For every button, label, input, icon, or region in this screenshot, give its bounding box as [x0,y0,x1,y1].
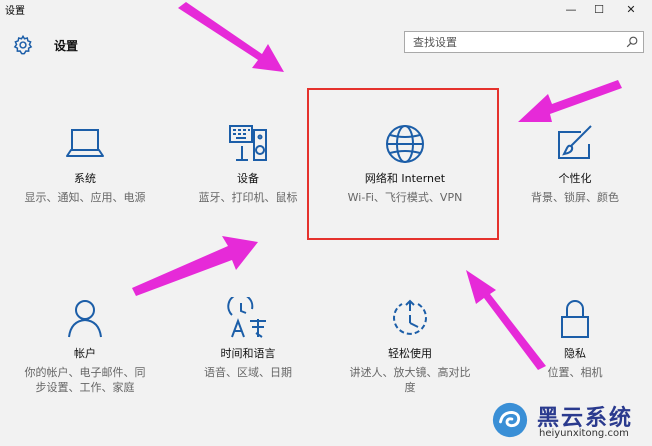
tile-accounts[interactable]: 帐户 你的帐户、电子邮件、同步设置、工作、家庭 [15,297,155,417]
network-highlight-box [307,88,499,240]
title-bar: 设置 — ☐ ✕ [0,0,652,18]
maximize-icon: ☐ [594,2,604,16]
gear-icon [13,34,33,55]
paint-brush-icon [558,125,592,159]
close-icon: ✕ [626,2,636,16]
tile-description: 蓝牙、打印机、鼠标 [198,191,298,204]
tile-name: 时间和语言 [220,347,276,360]
settings-header: 设置 [12,33,78,57]
arrow-lower-left [132,236,258,296]
tile-time-language[interactable]: 时间和语言 语音、区域、日期 [178,297,318,417]
window-title: 设置 [5,6,25,17]
minimize-icon: — [565,2,577,16]
tile-description: 你的帐户、电子邮件、同步设置、工作、家庭 [24,366,146,394]
watermark: 黑云系统 heiyunxitong.com [489,398,652,446]
tile-system[interactable]: 系统 显示、通知、应用、电源 [15,122,155,242]
lock-icon [561,300,589,338]
close-button[interactable]: ✕ [616,0,646,18]
search-box[interactable] [404,31,644,53]
watermark-url: heiyunxitong.com [539,428,629,439]
page-title: 设置 [54,38,79,53]
tile-name: 轻松使用 [388,347,432,360]
time-language-icon [227,297,266,338]
tile-description: 背景、锁屏、颜色 [531,191,619,204]
search-icon[interactable] [625,35,639,49]
tile-name: 隐私 [564,347,586,360]
tile-description: 显示、通知、应用、电源 [24,191,146,204]
ease-of-access-icon [393,299,427,335]
tile-name: 个性化 [558,172,592,185]
person-icon [68,300,102,338]
tile-devices[interactable]: 设备 蓝牙、打印机、鼠标 [178,122,318,242]
keyboard-speaker-icon [229,125,267,161]
watermark-logo-icon [492,402,528,438]
tile-personalization[interactable]: 个性化 背景、锁屏、颜色 [505,122,645,242]
arrow-right [518,80,622,122]
tile-ease-of-access[interactable]: 轻松使用 讲述人、放大镜、高对比度 [340,297,480,417]
tile-description: 讲述人、放大镜、高对比度 [349,366,471,394]
tile-description: 语音、区域、日期 [204,366,292,379]
laptop-icon [66,129,104,157]
tile-name: 设备 [237,172,259,185]
tile-description: 位置、相机 [547,366,603,379]
maximize-button[interactable]: ☐ [584,0,614,18]
search-input[interactable] [405,32,623,52]
tile-name: 帐户 [74,347,96,360]
tile-name: 系统 [74,172,96,185]
minimize-button[interactable]: — [556,0,586,18]
